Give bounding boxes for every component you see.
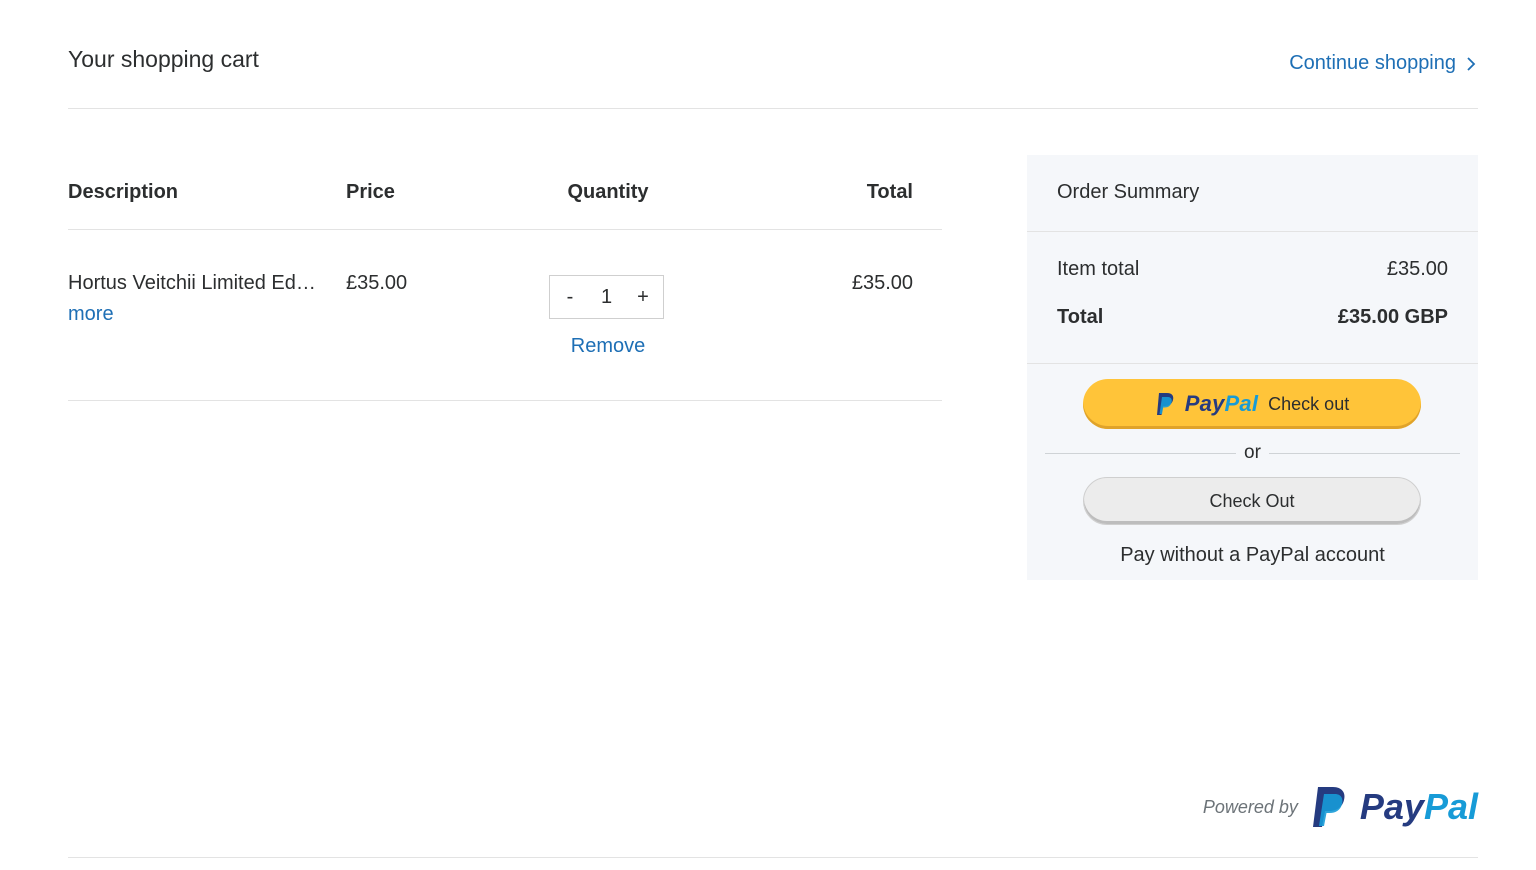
item-price: £35.00 — [346, 272, 408, 294]
total-value: £35.00 GBP — [1337, 306, 1448, 328]
paypal-logo-pay: Pay — [1359, 786, 1424, 827]
item-total-value: £35.00 — [1386, 258, 1448, 280]
powered-by-label: Powered by — [1202, 796, 1298, 817]
item-total-row: Item total £35.00 — [1057, 258, 1448, 281]
table-row: Hortus Veitchii Limited Edition more £35… — [68, 230, 942, 401]
remove-link[interactable]: Remove — [508, 335, 708, 358]
quantity-value[interactable]: 1 — [601, 286, 612, 309]
continue-shopping-link[interactable]: Continue shopping — [1289, 52, 1478, 75]
or-divider: or — [1045, 441, 1460, 465]
column-total: Total — [866, 181, 913, 203]
total-label: Total — [1057, 306, 1104, 328]
chevron-right-icon — [1467, 56, 1476, 71]
or-label: or — [1244, 442, 1261, 463]
paypal-checkout-button[interactable]: PayPal Check out — [1083, 379, 1421, 429]
item-total-label: Item total — [1057, 258, 1140, 280]
paypal-wordmark-pay: Pay — [1184, 391, 1225, 416]
column-price: Price — [346, 181, 395, 203]
paypal-wordmark-pal: Pal — [1224, 391, 1259, 416]
order-summary-header: Order Summary — [1027, 155, 1478, 232]
decrement-button[interactable]: - — [563, 286, 577, 309]
continue-shopping-label: Continue shopping — [1289, 52, 1456, 74]
more-link[interactable]: more — [68, 303, 114, 326]
pay-without-account-text: Pay without a PayPal account — [1120, 544, 1385, 566]
powered-by-paypal: Powered by PayPal — [1203, 785, 1478, 829]
item-total: £35.00 — [851, 272, 913, 294]
cart-table-header: Description Price Quantity Total — [68, 155, 942, 230]
divider-line-right — [1268, 452, 1460, 454]
paypal-logo-icon — [1312, 787, 1345, 827]
paypal-logo-wordmark: PayPal — [1360, 786, 1478, 828]
cart-header: Your shopping cart Continue shopping — [68, 0, 1478, 109]
page-title: Your shopping cart — [68, 46, 259, 72]
order-summary-title: Order Summary — [1057, 181, 1200, 203]
cart-table: Description Price Quantity Total Hortus … — [68, 155, 942, 401]
column-description: Description — [68, 181, 179, 203]
footer-divider — [68, 857, 1478, 858]
column-quantity: Quantity — [567, 181, 649, 203]
paypal-logo-pal: Pal — [1423, 786, 1478, 827]
order-summary-totals: Item total £35.00 Total £35.00 GBP — [1027, 232, 1478, 364]
paypal-checkout-label: Check out — [1268, 393, 1350, 414]
paypal-p-icon — [1156, 393, 1174, 415]
paypal-wordmark: PayPal — [1185, 391, 1258, 417]
quantity-stepper: - 1 + — [549, 275, 664, 319]
increment-button[interactable]: + — [636, 286, 650, 309]
order-summary: Order Summary Item total £35.00 Total £3… — [1027, 155, 1478, 580]
check-out-button[interactable]: Check Out — [1083, 477, 1421, 525]
item-description: Hortus Veitchii Limited Edition — [68, 272, 320, 294]
divider-line-left — [1045, 452, 1237, 454]
grand-total-row: Total £35.00 GBP — [1057, 306, 1448, 329]
